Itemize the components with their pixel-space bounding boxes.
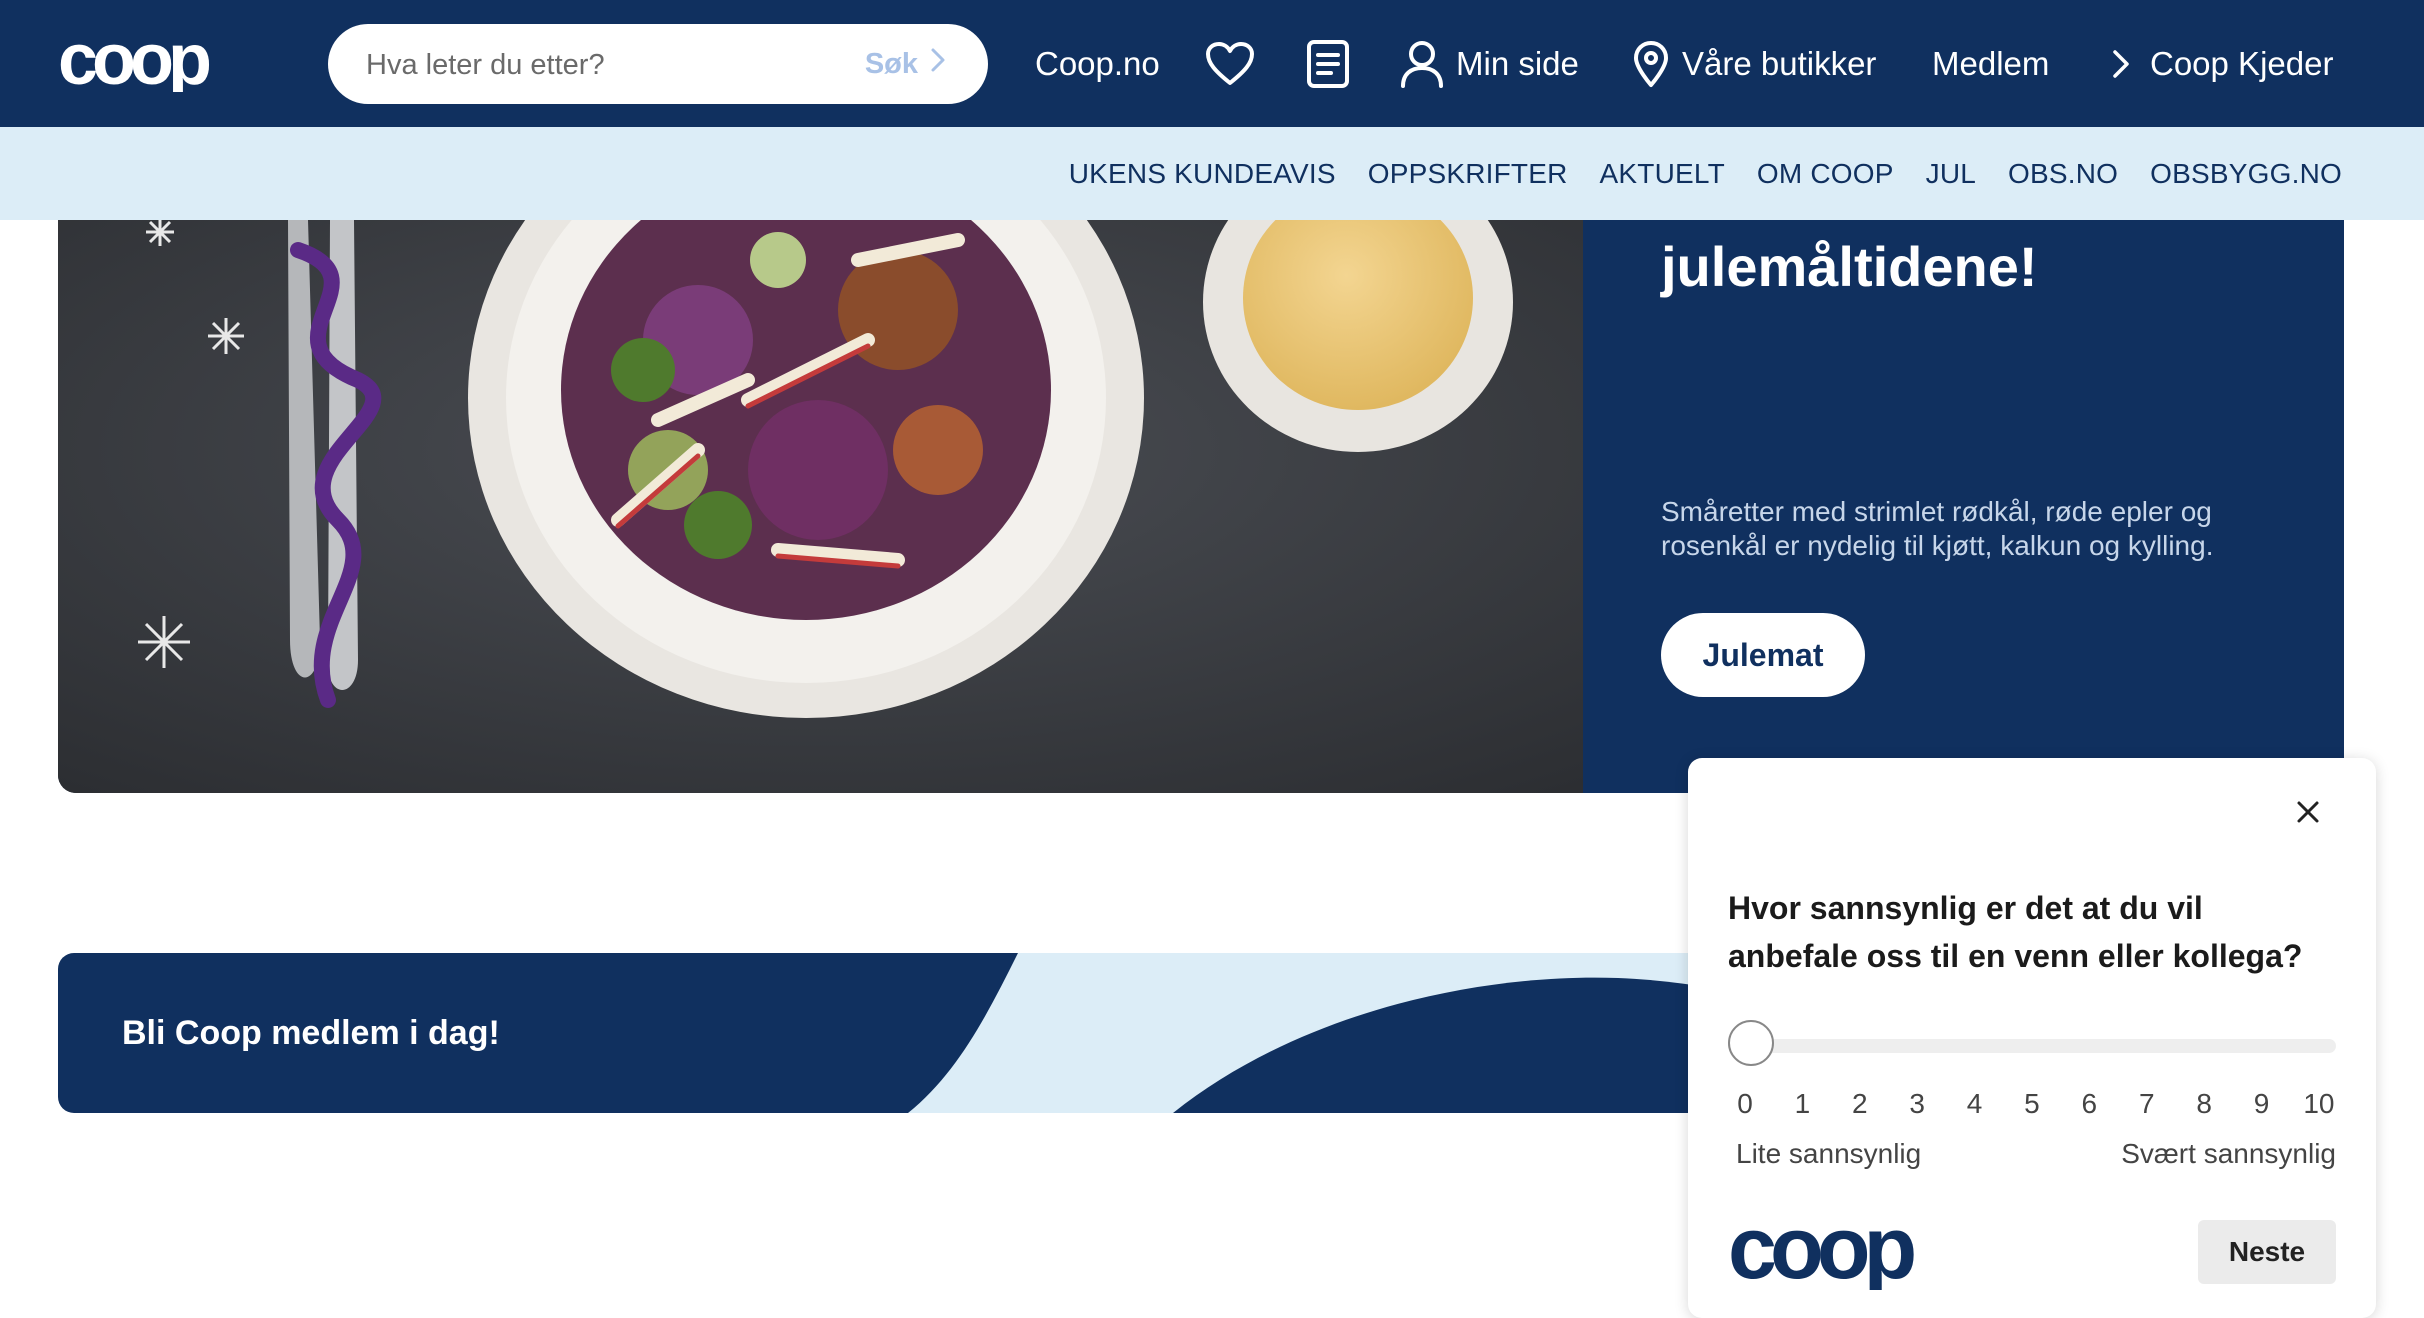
survey-popup: Hvor sannsynlig er det at du vil anbefal…	[1688, 758, 2376, 1318]
search-input[interactable]	[364, 24, 828, 106]
search-button-label: Søk	[864, 47, 918, 80]
chevron-right-icon	[930, 47, 946, 81]
subnav-oppskrifter[interactable]: OPPSKRIFTER	[1368, 158, 1568, 190]
scale-value[interactable]: 7	[2130, 1088, 2164, 1120]
nav-coop-no-label: Coop.no	[1035, 44, 1160, 82]
scale-value[interactable]: 5	[2015, 1088, 2049, 1120]
favorites-button[interactable]	[1205, 0, 1255, 127]
nav-medlem[interactable]: Medlem	[1932, 0, 2049, 127]
scale-value[interactable]: 10	[2302, 1088, 2336, 1120]
scale-value[interactable]: 1	[1785, 1088, 1819, 1120]
coop-logo-survey: coop	[1728, 1198, 1958, 1297]
scale-value[interactable]: 6	[2072, 1088, 2106, 1120]
coop-logo[interactable]: coop	[58, 30, 248, 92]
nav-min-side-label: Min side	[1456, 44, 1579, 82]
scale-value[interactable]: 2	[1843, 1088, 1877, 1120]
location-pin-icon	[1632, 40, 1670, 88]
scale-value[interactable]: 4	[1958, 1088, 1992, 1120]
salad-photo	[58, 220, 1583, 793]
hero-banner: med bruk av rester fra julemåltidene! Sm…	[58, 220, 2344, 793]
subnav-ukens-kundeavis[interactable]: UKENS KUNDEAVIS	[1069, 158, 1336, 190]
hero-description: Småretter med strimlet rødkål, røde eple…	[1661, 496, 2214, 561]
user-icon	[1400, 40, 1444, 88]
scale-value[interactable]: 9	[2245, 1088, 2279, 1120]
search-button[interactable]: Søk	[865, 24, 946, 104]
scale-value[interactable]: 3	[1900, 1088, 1934, 1120]
hero-title: med bruk av rester fra julemåltidene!	[1661, 220, 2301, 302]
coop-logo-text: coop	[58, 30, 210, 92]
subnav-obsbygg-no[interactable]: OBSBYGG.NO	[2150, 158, 2342, 190]
subnav-om-coop[interactable]: OM COOP	[1757, 158, 1894, 190]
subnav-aktuelt[interactable]: AKTUELT	[1600, 158, 1725, 190]
subnav-jul[interactable]: JUL	[1926, 158, 1976, 190]
top-header: coop Søk Coop.no Min side Vår	[0, 0, 2424, 127]
hero-text-panel: med bruk av rester fra julemåltidene! Sm…	[1583, 220, 2344, 793]
list-icon	[1305, 39, 1351, 89]
nav-vare-butikker[interactable]: Våre butikker	[1632, 0, 1876, 127]
nav-coop-no[interactable]: Coop.no	[1035, 0, 1160, 127]
scale-high-label: Svært sannsynlig	[2121, 1138, 2336, 1169]
nps-slider-track[interactable]	[1728, 1039, 2336, 1053]
scale-value[interactable]: 0	[1728, 1088, 1762, 1120]
next-button[interactable]: Neste	[2198, 1220, 2336, 1284]
nps-slider-thumb[interactable]	[1728, 1020, 1774, 1066]
close-button[interactable]	[2288, 794, 2328, 834]
sub-navigation: UKENS KUNDEAVIS OPPSKRIFTER AKTUELT OM C…	[0, 127, 2424, 220]
nav-vare-butikker-label: Våre butikker	[1682, 44, 1877, 82]
heart-icon	[1205, 41, 1255, 87]
nav-coop-kjeder-label: Coop Kjeder	[2150, 44, 2334, 82]
coop-logo-survey-text: coop	[1728, 1214, 1914, 1290]
nav-medlem-label: Medlem	[1932, 44, 2050, 82]
nav-coop-kjeder[interactable]: Coop Kjeder	[2112, 0, 2333, 127]
subnav-obs-no[interactable]: OBS.NO	[2008, 158, 2118, 190]
scale-low-label: Lite sannsynlig	[1736, 1138, 1922, 1169]
chevron-right-icon	[2112, 49, 2130, 79]
nps-scale: 0 1 2 3 4 5 6 7 8 9 10	[1728, 1088, 2336, 1120]
hero-title-line2: julemåltidene!	[1661, 235, 2038, 298]
scale-value[interactable]: 8	[2187, 1088, 2221, 1120]
member-banner-text: Bli Coop medlem i dag!	[122, 1013, 500, 1052]
search-box: Søk	[328, 24, 988, 106]
nav-min-side[interactable]: Min side	[1400, 0, 1579, 127]
julemat-button[interactable]: Julemat	[1661, 613, 1865, 697]
survey-question: Hvor sannsynlig er det at du vil anbefal…	[1728, 890, 2303, 974]
shopping-list-button[interactable]	[1305, 0, 1351, 127]
hero-title-line1: med bruk av rester fra	[1661, 220, 2249, 228]
close-icon	[2296, 800, 2320, 829]
